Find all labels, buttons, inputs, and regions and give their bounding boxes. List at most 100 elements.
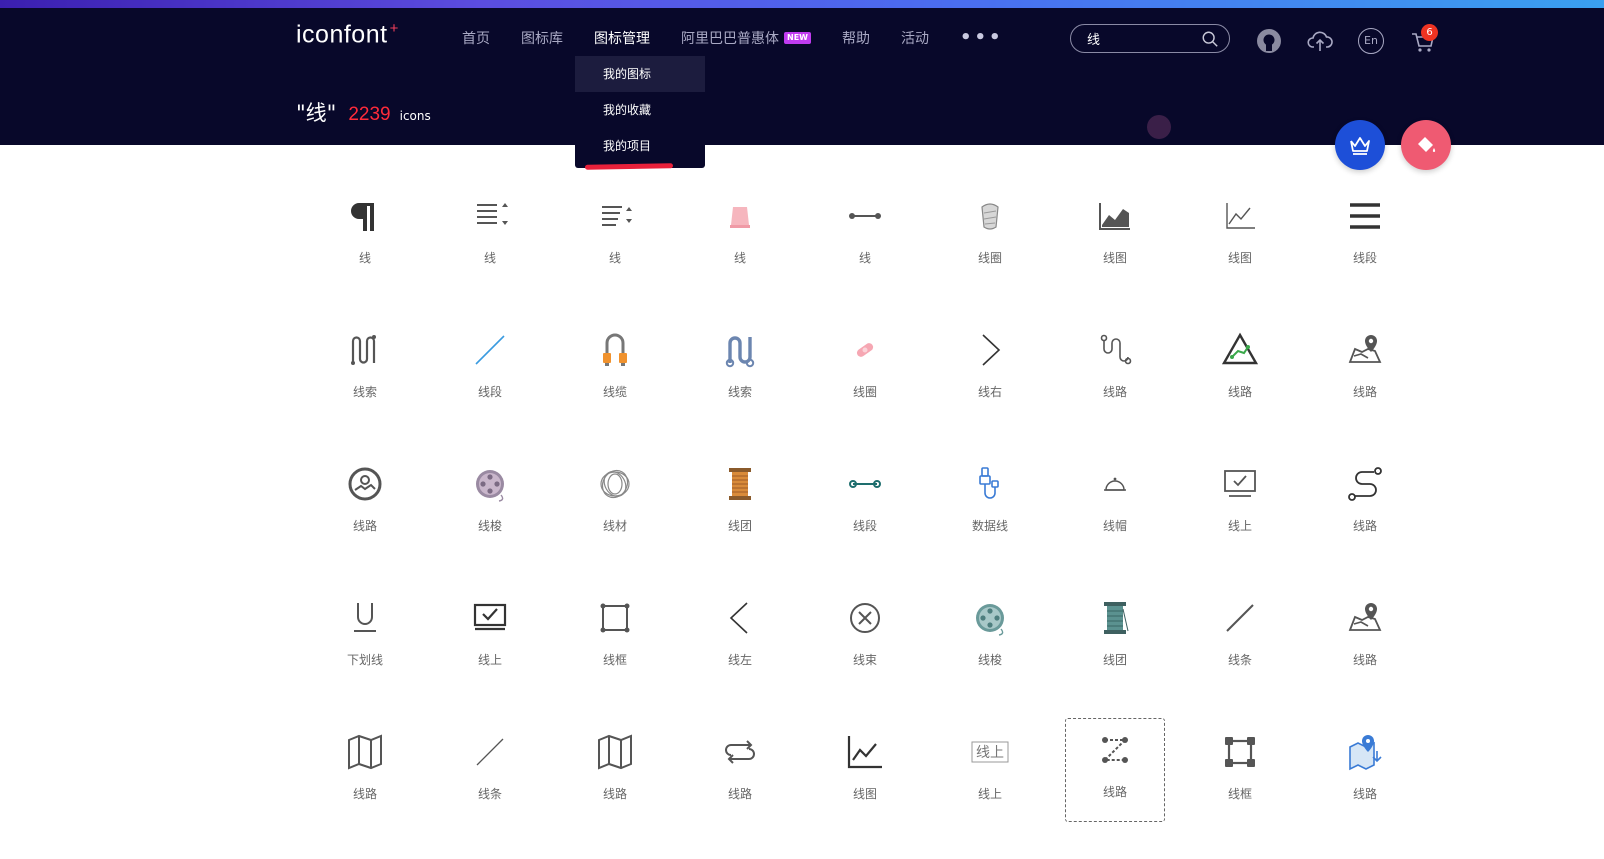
icon-card[interactable]: 线: [690, 185, 790, 285]
icon-label: 线条: [477, 787, 502, 801]
nav-alibaba-font-label: 阿里巴巴普惠体: [681, 30, 779, 47]
diagonal-blue-line-icon: [475, 335, 505, 365]
icon-card[interactable]: 线上: [440, 587, 540, 687]
icon-card[interactable]: 线束: [815, 587, 915, 687]
icon-card[interactable]: 线: [315, 185, 415, 285]
icon-card[interactable]: 线路: [1065, 319, 1165, 419]
icon-label: 线: [483, 251, 496, 265]
icon-label: 线束: [852, 653, 877, 667]
language-switch-button[interactable]: En: [1358, 28, 1384, 54]
pink-bandage-icon: [856, 343, 874, 357]
icon-label: 线框: [602, 653, 627, 667]
search-icon[interactable]: [1201, 30, 1219, 48]
icon-label: 线段: [1352, 251, 1377, 265]
icon-card[interactable]: 线路: [315, 721, 415, 821]
promo-banner[interactable]: [0, 0, 1604, 8]
area-chart-icon: [1099, 203, 1130, 230]
icon-card[interactable]: 线缆: [565, 319, 665, 419]
icon-card[interactable]: 线左: [690, 587, 790, 687]
icon-card[interactable]: 数据线: [940, 453, 1040, 553]
more-dots-icon[interactable]: •••: [960, 27, 1004, 48]
logo[interactable]: iconfont +: [296, 20, 399, 49]
icon-card[interactable]: 线路: [1065, 718, 1165, 822]
icon-card[interactable]: 线段: [815, 453, 915, 553]
icon-card[interactable]: 线条: [440, 721, 540, 821]
github-icon[interactable]: [1256, 28, 1282, 54]
icon-label: 线路: [1352, 385, 1377, 399]
icon-label: 线段: [477, 385, 502, 399]
icon-card[interactable]: 线图: [815, 721, 915, 821]
teal-segment-icon: [849, 480, 881, 488]
icon-card[interactable]: 线团: [1065, 587, 1165, 687]
icon-card[interactable]: 线: [815, 185, 915, 285]
route-curve-icon: [1100, 334, 1132, 365]
icon-label: 线圈: [852, 385, 877, 399]
icon-card[interactable]: 下划线: [315, 587, 415, 687]
icon-card[interactable]: 线段: [1315, 185, 1415, 285]
search-box[interactable]: [1070, 24, 1230, 53]
icon-card[interactable]: 线路: [1315, 587, 1415, 687]
icon-label: 线路: [727, 787, 752, 801]
result-unit: icons: [399, 109, 431, 123]
swap-arrows-icon: [725, 740, 755, 764]
icon-card[interactable]: 线上: [1190, 453, 1290, 553]
map-pin-2-icon: [1348, 603, 1382, 631]
nav-activity[interactable]: 活动: [901, 28, 929, 48]
nav-icon-library[interactable]: 图标库: [521, 28, 563, 48]
icon-card[interactable]: 线梭: [440, 453, 540, 553]
icon-label: 线上: [477, 653, 502, 667]
icon-label: 线帽: [1102, 519, 1127, 533]
icon-card[interactable]: 线上 线上: [940, 721, 1040, 821]
icon-card[interactable]: 线材: [565, 453, 665, 553]
icon-card[interactable]: 线索: [315, 319, 415, 419]
decorative-dot: [1147, 115, 1171, 139]
icon-label: 线团: [727, 519, 752, 533]
icon-card[interactable]: 线条: [1190, 587, 1290, 687]
icon-card[interactable]: 线: [440, 185, 540, 285]
icon-card[interactable]: 线路: [1315, 453, 1415, 553]
s-route-icon: [1348, 467, 1382, 501]
icon-card[interactable]: 线: [565, 185, 665, 285]
icon-card[interactable]: 线框: [565, 587, 665, 687]
chevron-right-icon: [982, 334, 1001, 366]
nav-icon-management[interactable]: 图标管理: [594, 28, 650, 48]
icon-card[interactable]: 线右: [940, 319, 1040, 419]
teal-reel-icon: [976, 604, 1004, 636]
icon-card[interactable]: 线帽: [1065, 453, 1165, 553]
circle-x-icon: [850, 603, 880, 633]
icon-label: 下划线: [346, 653, 383, 667]
icon-label: 线上: [977, 787, 1002, 801]
icon-card[interactable]: 线团: [690, 453, 790, 553]
icon-card[interactable]: 线路: [1190, 319, 1290, 419]
icon-label: 线上: [1227, 519, 1252, 533]
icon-card[interactable]: 线路: [690, 721, 790, 821]
nav-alibaba-font[interactable]: 阿里巴巴普惠体 NEW: [681, 28, 811, 48]
film-reel-icon: [476, 470, 504, 502]
icon-label: 线框: [1227, 787, 1252, 801]
icon-card[interactable]: 线路: [565, 721, 665, 821]
nav-home[interactable]: 首页: [462, 28, 490, 48]
icon-label: 线图: [1102, 251, 1127, 265]
icon-card[interactable]: 线圈: [815, 319, 915, 419]
upload-cloud-icon[interactable]: [1307, 28, 1333, 54]
icon-card[interactable]: 线框: [1190, 721, 1290, 821]
icon-label: 线图: [1227, 251, 1252, 265]
icon-card[interactable]: 线路: [1315, 721, 1415, 821]
new-badge: NEW: [784, 31, 811, 44]
search-input[interactable]: [1087, 31, 1195, 46]
icon-label: 线路: [352, 519, 377, 533]
dropdown-my-icons[interactable]: 我的图标: [575, 56, 705, 92]
icon-card[interactable]: 线段: [440, 319, 540, 419]
icon-card[interactable]: 线梭: [940, 587, 1040, 687]
dropdown-my-favorites[interactable]: 我的收藏: [575, 92, 705, 128]
nav-help[interactable]: 帮助: [842, 28, 870, 48]
icon-card[interactable]: 线图: [1190, 185, 1290, 285]
icon-card[interactable]: 线路: [1315, 319, 1415, 419]
icon-card[interactable]: 线索: [690, 319, 790, 419]
icon-card[interactable]: 线路: [315, 453, 415, 553]
icon-card[interactable]: 线圈: [940, 185, 1040, 285]
result-count: 2239: [348, 104, 391, 125]
chevron-left-icon: [729, 602, 748, 634]
icon-label: 线索: [352, 385, 377, 399]
icon-card[interactable]: 线图: [1065, 185, 1165, 285]
